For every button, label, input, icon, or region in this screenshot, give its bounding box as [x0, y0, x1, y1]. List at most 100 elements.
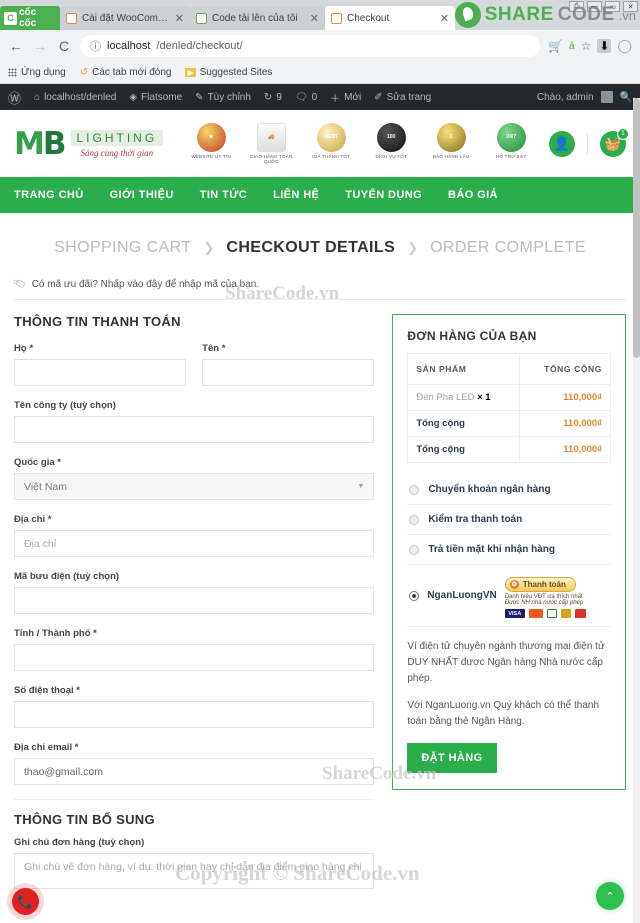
forward-icon[interactable]: → [32, 38, 48, 54]
radio-icon[interactable] [409, 484, 420, 495]
bookmark-suggested-sites[interactable]: ▶ Suggested Sites [185, 67, 272, 78]
page-scrollbar[interactable] [633, 98, 640, 923]
phone-input[interactable] [14, 701, 375, 728]
chevron-up-icon: ⌃ [605, 890, 615, 903]
back-icon[interactable]: ← [8, 38, 24, 54]
close-icon[interactable]: ✕ [440, 12, 449, 25]
radio-icon[interactable] [409, 544, 420, 555]
email-input[interactable] [14, 758, 375, 785]
product-qty: × 1 [477, 392, 491, 403]
url-host: localhost [107, 40, 151, 52]
order-note-textarea[interactable] [14, 853, 375, 889]
payment-method-label: Chuyển khoản ngân hàng [428, 484, 551, 495]
close-icon[interactable]: ✕ [175, 12, 184, 25]
site-logo[interactable]: MB LIGHTING Sáng cùng thời gian [14, 125, 164, 162]
nav-item-recruitment[interactable]: TUYỂN DỤNG [345, 189, 422, 201]
field-email: Địa chỉ email * [14, 742, 375, 785]
first-name-input[interactable] [202, 359, 375, 386]
adminbar-label: localhost/denled [44, 91, 117, 103]
payment-method-check[interactable]: Kiểm tra thanh toán [407, 505, 611, 535]
checkout-steps: SHOPPING CART ❯ CHECKOUT DETAILS ❯ ORDER… [14, 213, 626, 279]
close-window-icon[interactable]: ✕ [623, 1, 638, 12]
edit-icon: ✐ [374, 91, 383, 103]
payment-method-cod[interactable]: Trả tiền mặt khi nhận hàng [407, 535, 611, 565]
country-select[interactable]: Việt Nam ▼ [14, 473, 375, 500]
adminbar-flatsome[interactable]: ◈ Flatsome [129, 92, 182, 103]
radio-icon[interactable] [409, 514, 420, 525]
browser-tab-woocommerce[interactable]: W Cài đặt WooCommerce ‹ ... ✕ [60, 6, 190, 30]
column-header-product: SẢN PHẨM [407, 353, 520, 385]
bookmark-star-icon[interactable]: ☆ [581, 39, 592, 53]
nav-item-quote[interactable]: BÁO GIÁ [448, 189, 498, 201]
bookmark-label: Các tab mới đóng [92, 67, 172, 78]
trust-badge: 🚚 GIAO HÀNG TOÀN QUỐC [245, 122, 297, 165]
field-label: Tên * [202, 343, 226, 354]
radio-icon[interactable] [409, 590, 420, 601]
payment-method-bank-transfer[interactable]: Chuyển khoản ngân hàng [407, 475, 611, 505]
adminbar-site-name[interactable]: ⌂ localhost/denled [34, 92, 116, 103]
adminbar-new[interactable]: ＋ Mới [330, 90, 361, 105]
wordpress-icon[interactable]: Ⓦ [8, 88, 21, 107]
profile-icon[interactable]: ◯ [617, 38, 632, 54]
field-label: Tên công ty (tuỳ chọn) [14, 400, 116, 411]
browser-tab-mycode[interactable]: ◉ Code tải lên của tôi ✕ [190, 6, 325, 30]
phone-call-button[interactable]: 📞 [12, 888, 39, 915]
nav-item-home[interactable]: TRANG CHỦ [14, 189, 84, 201]
adminbar-label: Tùy chỉnh [207, 91, 251, 103]
divider [14, 799, 375, 800]
cart-button[interactable]: 🧺 1 [600, 127, 629, 157]
trust-badge: 100 DỊCH VỤ TỐT [365, 122, 417, 160]
close-icon[interactable]: ✕ [310, 12, 319, 25]
field-label: Quốc gia * [14, 457, 61, 468]
maximize-icon[interactable]: ▭ [605, 1, 620, 12]
adminbar-updates[interactable]: ↻ 9 [264, 92, 282, 103]
nav-item-about[interactable]: GIỚI THIỆU [110, 189, 174, 201]
company-input[interactable] [14, 416, 375, 443]
payment-methods: Chuyển khoản ngân hàng Kiểm tra thanh to… [407, 475, 611, 627]
postcode-input[interactable] [14, 587, 375, 614]
logo-mark-m: M [14, 125, 45, 162]
step-shopping-cart[interactable]: SHOPPING CART [54, 239, 191, 257]
restore-down-icon[interactable]: ⎙ [569, 1, 584, 12]
new-tab-button[interactable]: + [455, 11, 480, 30]
checkout-columns: THÔNG TIN THANH TOÁN Họ * Tên * Tên công… [14, 314, 626, 908]
nganluong-pay-button[interactable]: ❂ Thanh toán [504, 577, 576, 592]
nav-item-contact[interactable]: LIÊN HỆ [273, 189, 319, 201]
mastercard-icon [528, 609, 543, 618]
adminbar-label: 9 [276, 91, 282, 103]
download-icon[interactable]: ⬇ [597, 39, 612, 53]
trust-badge: BEST GIÁ THÀNH TỐT [305, 122, 357, 160]
card-logos: VISA V [504, 609, 586, 618]
adminbar-customize[interactable]: ✎ Tùy chỉnh [195, 92, 251, 103]
bookmark-apps[interactable]: Ứng dụng [8, 67, 66, 78]
address-input[interactable] [14, 530, 375, 557]
account-button[interactable]: 👤 [549, 130, 575, 157]
payment-method-nganluongvn[interactable]: NganLuongVN ❂ Thanh toán Danh hiệu VĐT ư… [407, 565, 611, 627]
search-icon[interactable]: 🔍 [620, 92, 632, 103]
translate-icon[interactable]: ả [569, 41, 575, 52]
woocommerce-icon: W [66, 12, 77, 24]
back-to-top-button[interactable]: ⌃ [596, 882, 624, 910]
order-summary-title: ĐƠN HÀNG CỦA BẠN [407, 329, 537, 343]
coupon-notice[interactable]: 🏷 Có mã ưu đãi? Nhấp vào đây để nhập mã … [13, 277, 626, 300]
adminbar-edit-page[interactable]: ✐ Sửa trang [374, 92, 431, 103]
site-info-icon[interactable]: ⓘ [90, 38, 101, 54]
field-label: Ghi chú đơn hàng (tuỳ chọn) [14, 837, 145, 848]
adminbar-comments[interactable]: 🗨 0 [295, 92, 317, 103]
reload-icon[interactable]: C [56, 38, 72, 54]
cart-icon[interactable]: 🛒 [548, 39, 563, 53]
scrollbar-thumb[interactable] [633, 98, 640, 358]
logo-mark: MB [14, 125, 66, 162]
url-input[interactable]: ⓘ localhost/denled/checkout/ [80, 35, 541, 57]
field-phone: Số điện thoại * [14, 685, 375, 728]
minimize-icon[interactable]: — [587, 1, 602, 12]
adminbar-account[interactable]: Chào, admin 🔍 [537, 91, 632, 103]
bookmark-recent-tabs[interactable]: ↺ Các tab mới đóng [80, 67, 172, 78]
last-name-input[interactable] [14, 359, 187, 386]
browser-tab-checkout[interactable]: W Checkout ✕ [325, 6, 455, 30]
coccoc-brand-tab[interactable]: C cốc cốc [0, 6, 60, 30]
place-order-button[interactable]: ĐẶT HÀNG [407, 743, 497, 773]
city-input[interactable] [14, 644, 375, 671]
warranty-medal-icon: 2 [436, 122, 466, 152]
nav-item-news[interactable]: TIN TỨC [200, 189, 247, 201]
